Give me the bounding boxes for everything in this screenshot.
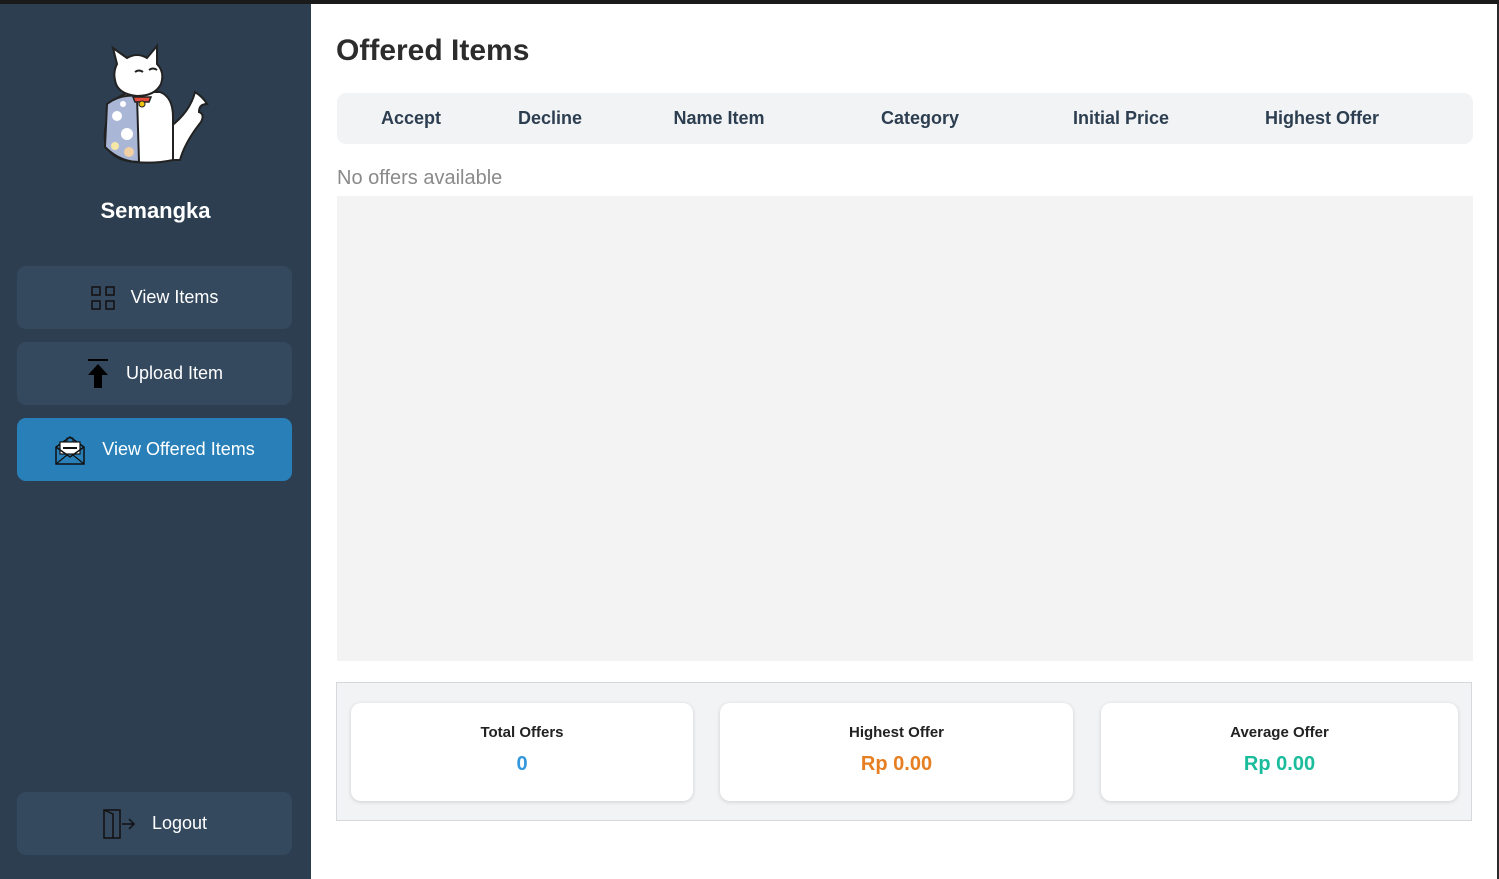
upload-arrow-icon [86, 358, 110, 390]
highest-offer-value: Rp 0.00 [860, 753, 933, 775]
upload-item-button[interactable]: Upload Item [17, 342, 292, 405]
average-offer-value: Rp 0.00 [1243, 753, 1316, 775]
view-items-label: View Items [130, 287, 219, 307]
offers-table-header: Accept Decline Name Item Category Initia… [337, 93, 1473, 144]
column-header-accept: Accept [380, 108, 442, 128]
highest-offer-label: Highest Offer [848, 724, 944, 741]
sidebar: Semangka View Items Upload Item View Off… [0, 4, 311, 879]
user-avatar [95, 42, 220, 167]
view-offered-items-label: View Offered Items [102, 439, 255, 459]
empty-state-message: No offers available [337, 167, 503, 189]
page-title: Offered Items [336, 34, 530, 67]
total-offers-value: 0 [516, 753, 528, 775]
logout-door-icon [102, 808, 136, 840]
app-window: Semangka View Items Upload Item View Off… [0, 4, 1499, 879]
column-header-highest-offer: Highest Offer [1264, 108, 1380, 128]
column-header-decline: Decline [517, 108, 583, 128]
offer-stats-panel: Total Offers 0 Highest Offer Rp 0.00 Ave… [336, 682, 1472, 821]
total-offers-card: Total Offers 0 [351, 703, 693, 801]
highest-offer-card: Highest Offer Rp 0.00 [720, 703, 1073, 801]
grid-icon [90, 285, 115, 310]
username: Semangka [100, 198, 211, 223]
upload-item-label: Upload Item [125, 363, 224, 383]
offers-list-area [337, 196, 1473, 661]
column-header-name-item: Name Item [673, 108, 765, 128]
view-items-button[interactable]: View Items [17, 266, 292, 329]
offer-envelope-icon [54, 434, 86, 466]
logout-label: Logout [151, 813, 208, 833]
average-offer-label: Average Offer [1230, 724, 1329, 741]
view-offered-items-button[interactable]: View Offered Items [17, 418, 292, 481]
main-content: Offered Items Accept Decline Name Item C… [311, 4, 1497, 879]
average-offer-card: Average Offer Rp 0.00 [1101, 703, 1458, 801]
total-offers-label: Total Offers [480, 724, 564, 741]
column-header-category: Category [880, 108, 960, 128]
logout-button[interactable]: Logout [17, 792, 292, 855]
column-header-initial-price: Initial Price [1072, 108, 1170, 128]
